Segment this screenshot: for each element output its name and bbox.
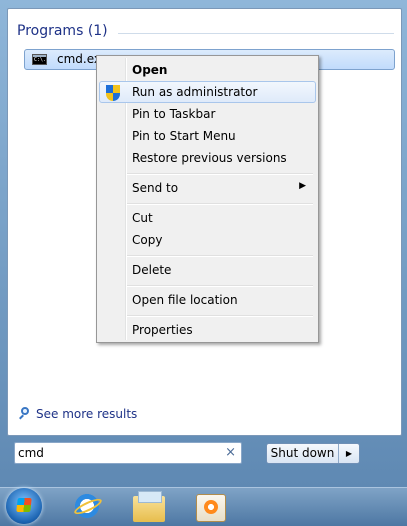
menu-item-open-file-location[interactable]: Open file location: [99, 289, 316, 311]
menu-separator: [127, 315, 313, 317]
search-icon: [18, 407, 32, 421]
submenu-arrow-icon: ▶: [299, 181, 306, 191]
menu-item-run-as-administrator[interactable]: Run as administrator: [99, 81, 316, 103]
menu-item-label: Restore previous versions: [132, 151, 287, 165]
menu-item-copy[interactable]: Copy: [99, 229, 316, 251]
menu-item-label: Pin to Start Menu: [132, 129, 236, 143]
menu-separator: [127, 285, 313, 287]
taskbar: [0, 487, 407, 526]
search-box[interactable]: ×: [14, 442, 242, 464]
menu-item-label: Copy: [132, 233, 163, 247]
internet-explorer-icon[interactable]: [73, 492, 101, 520]
menu-item-pin-to-start-menu[interactable]: Pin to Start Menu: [99, 125, 316, 147]
menu-separator: [127, 255, 313, 257]
shield-icon: [106, 85, 120, 101]
menu-item-label: Open: [132, 63, 168, 77]
menu-item-cut[interactable]: Cut: [99, 207, 316, 229]
menu-item-label: Cut: [132, 211, 153, 225]
context-menu: Open Run as administrator Pin to Taskbar…: [96, 55, 319, 343]
start-orb-windows-logo-icon[interactable]: [6, 488, 42, 524]
menu-item-send-to[interactable]: Send to ▶: [99, 177, 316, 199]
folder-icon[interactable]: [133, 491, 165, 522]
menu-separator: [127, 173, 313, 175]
media-player-icon[interactable]: [196, 494, 226, 522]
menu-separator: [127, 203, 313, 205]
menu-item-properties[interactable]: Properties: [99, 319, 316, 341]
menu-item-restore-previous-versions[interactable]: Restore previous versions: [99, 147, 316, 169]
see-more-results-link[interactable]: See more results: [18, 407, 137, 421]
menu-item-label: Run as administrator: [132, 85, 258, 99]
shutdown-button[interactable]: Shut down: [267, 444, 338, 463]
shutdown-button-group: Shut down ▶: [266, 443, 360, 464]
group-divider: [118, 33, 394, 34]
menu-item-label: Open file location: [132, 293, 238, 307]
menu-item-label: Properties: [132, 323, 193, 337]
menu-item-open[interactable]: Open: [99, 59, 316, 81]
menu-item-label: Send to: [132, 181, 179, 195]
shutdown-options-arrow-icon[interactable]: ▶: [338, 444, 359, 463]
menu-item-delete[interactable]: Delete: [99, 259, 316, 281]
menu-item-label: Delete: [132, 263, 172, 277]
menu-item-pin-to-taskbar[interactable]: Pin to Taskbar: [99, 103, 316, 125]
menu-item-label: Pin to Taskbar: [132, 107, 216, 121]
programs-group-header: Programs (1): [17, 23, 108, 39]
search-input[interactable]: [18, 445, 218, 461]
cmd-icon: C:\.: [32, 54, 47, 65]
clear-search-icon[interactable]: ×: [225, 445, 236, 460]
see-more-results-label: See more results: [36, 407, 138, 421]
